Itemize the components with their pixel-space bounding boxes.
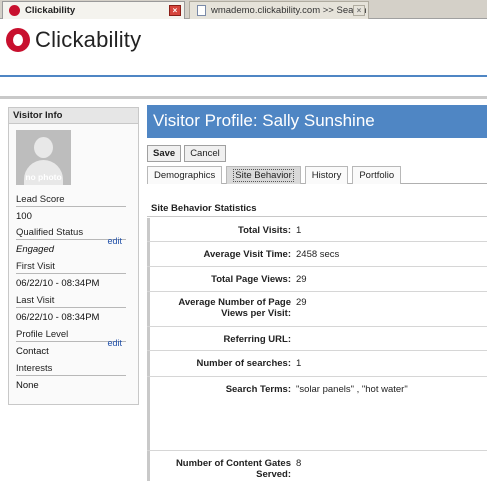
stat-label: Number of searches: [196, 358, 291, 369]
tab-history[interactable]: History [304, 166, 349, 184]
field-label: Lead Score [16, 194, 126, 207]
edit-qualified-status-link[interactable]: edit [107, 236, 122, 246]
page-icon [197, 5, 206, 16]
site-behavior-stats: Total Visits: 1 Average Visit Time: 2458… [147, 218, 487, 481]
qualified-status-field: Qualified Status Engaged edit [16, 227, 134, 255]
stat-row: Total Visits: 1 [147, 218, 487, 242]
lead-score-field: Lead Score 100 [16, 194, 134, 222]
tab-demographics[interactable]: Demographics [147, 166, 223, 184]
stat-row: Number of searches: 1 [147, 351, 487, 377]
stat-value: 1 [296, 358, 302, 369]
interests-field: Interests None [16, 363, 134, 391]
visitor-profile-main: Visitor Profile: Sally Sunshine Save Can… [147, 105, 487, 481]
clickability-favicon-icon [9, 5, 20, 16]
tab-site-behavior-label: Site Behavior [233, 169, 294, 182]
save-button[interactable]: Save [147, 145, 182, 162]
stat-label: Average Number of Page Views per Visit: [178, 297, 291, 319]
stat-row: Average Visit Time: 2458 secs [147, 242, 487, 267]
content-divider [0, 96, 487, 99]
visitor-info-title: Visitor Info [9, 108, 138, 124]
stat-label: Total Visits: [238, 225, 291, 236]
browser-tab-label: Clickability [25, 5, 76, 16]
close-tab-icon[interactable]: × [353, 5, 365, 16]
stat-label: Average Visit Time: [203, 249, 291, 260]
stat-row: Search Terms: "solar panels" , "hot wate… [147, 377, 487, 451]
field-value: 06/22/10 - 08:34PM [16, 278, 100, 289]
avatar-head-icon [34, 137, 53, 158]
edit-profile-level-link[interactable]: edit [107, 338, 122, 348]
browser-tab-search[interactable]: wmademo.clickability.com >> Search × [189, 1, 369, 19]
stat-value: 2458 secs [296, 249, 340, 260]
section-title: Site Behavior Statistics [147, 201, 487, 217]
stat-value: 1 [296, 225, 302, 236]
clickability-logo[interactable]: Clickability [6, 27, 141, 53]
field-value: 100 [16, 211, 32, 222]
profile-tabs: Demographics Site Behavior History Portf… [147, 166, 487, 184]
stat-label: Referring URL: [223, 334, 291, 345]
action-bar: Save Cancel [147, 145, 229, 162]
stat-label: Total Page Views: [211, 274, 291, 285]
stat-label: Number of Content Gates Served: [175, 458, 291, 480]
profile-level-field: Profile Level Contact edit [16, 329, 134, 357]
last-visit-field: Last Visit 06/22/10 - 08:34PM [16, 295, 134, 323]
close-tab-icon[interactable]: × [169, 5, 181, 16]
logo-text: Clickability [35, 27, 142, 52]
visitor-info-panel: Visitor Info no photo Lead Score 100 Qua… [8, 107, 139, 405]
tab-portfolio[interactable]: Portfolio [352, 166, 402, 184]
field-label: Last Visit [16, 295, 126, 308]
stat-value: 29 [296, 274, 307, 285]
stat-row: Number of Content Gates Served: 8 [147, 451, 487, 481]
stat-row: Total Page Views: 29 [147, 267, 487, 292]
cancel-button[interactable]: Cancel [184, 145, 226, 162]
browser-tab-label: wmademo.clickability.com >> Search [211, 5, 367, 16]
stat-value: "solar panels" , "hot water" [296, 384, 408, 395]
browser-tab-clickability[interactable]: Clickability × [2, 1, 185, 19]
stat-value: 8 [296, 458, 302, 469]
avatar: no photo [16, 130, 71, 185]
stat-value: 29 [296, 297, 307, 308]
browser-tab-strip: Clickability × wmademo.clickability.com … [0, 0, 487, 19]
stat-row: Referring URL: [147, 327, 487, 351]
field-label: Interests [16, 363, 126, 376]
field-value: 06/22/10 - 08:34PM [16, 312, 100, 323]
tab-site-behavior[interactable]: Site Behavior [226, 166, 301, 184]
stat-row: Average Number of Page Views per Visit: … [147, 292, 487, 327]
first-visit-field: First Visit 06/22/10 - 08:34PM [16, 261, 134, 289]
stat-label: Search Terms: [225, 384, 291, 395]
page-title: Visitor Profile: Sally Sunshine [147, 105, 487, 138]
nav-band [0, 77, 487, 97]
no-photo-label: no photo [25, 172, 62, 182]
field-label: First Visit [16, 261, 126, 274]
clickability-logo-icon [6, 28, 30, 52]
site-header: Clickability [0, 19, 487, 75]
field-value: None [16, 380, 39, 391]
